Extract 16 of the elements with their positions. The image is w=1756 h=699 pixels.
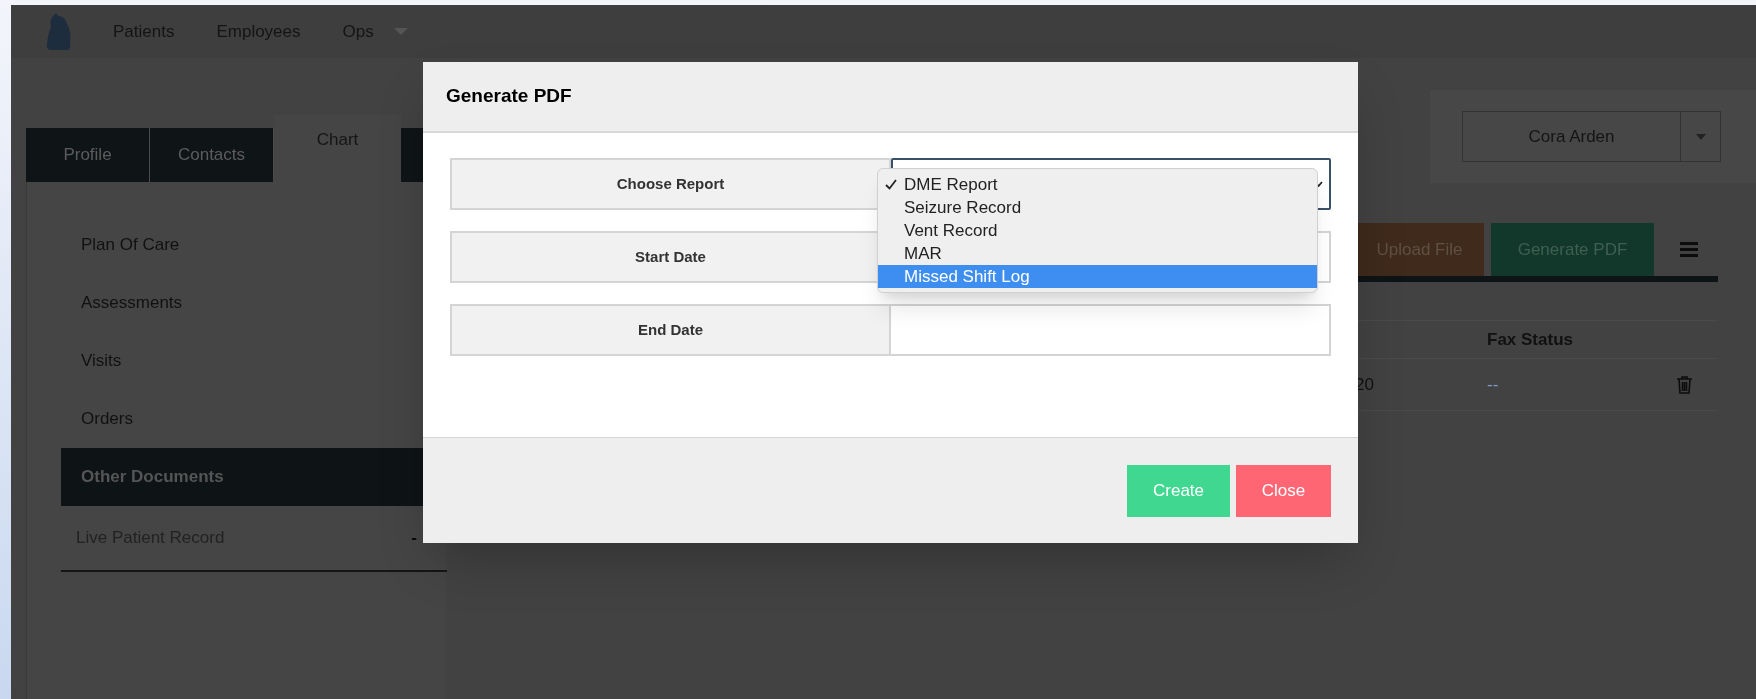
bear-logo-icon[interactable] [45, 11, 73, 52]
close-button[interactable]: Close [1236, 464, 1331, 517]
tab[interactable]: Profile [26, 128, 150, 182]
checkmark-icon [885, 179, 897, 190]
dialog-title: Generate PDF [446, 84, 572, 109]
date-input-field[interactable] [891, 304, 1331, 356]
caret-down-icon [1695, 133, 1706, 140]
create-button[interactable]: Create [1127, 464, 1230, 517]
menu-icon[interactable] [1680, 242, 1698, 257]
tab[interactable]: Contacts [150, 128, 274, 182]
dropdown-option[interactable]: Missed Shift Log [878, 265, 1317, 288]
trash-icon[interactable] [1677, 375, 1692, 394]
field-label: End Date [450, 304, 891, 356]
record-value: - [411, 527, 417, 550]
field-label: Choose Report [450, 158, 891, 210]
table-cell-text: -- [1487, 373, 1500, 396]
